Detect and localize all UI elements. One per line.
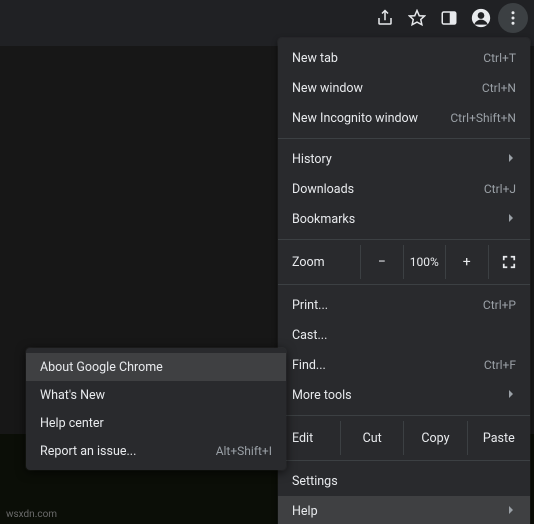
menu-edit: Edit Cut Copy Paste <box>278 421 530 455</box>
zoom-label: Zoom <box>292 255 360 270</box>
edit-label: Edit <box>292 431 340 446</box>
menu-item-shortcut: Ctrl+J <box>484 182 516 196</box>
menu-find[interactable]: Find... Ctrl+F <box>278 350 530 380</box>
menu-print[interactable]: Print... Ctrl+P <box>278 290 530 320</box>
url-watermark: wsxdn.com <box>6 509 57 520</box>
zoom-in-button[interactable]: + <box>446 245 489 279</box>
fullscreen-button[interactable] <box>489 245 531 279</box>
menu-downloads[interactable]: Downloads Ctrl+J <box>278 174 530 204</box>
menu-item-label: Settings <box>292 474 338 489</box>
menu-item-label: Print... <box>292 298 328 313</box>
copy-button[interactable]: Copy <box>404 421 467 455</box>
menu-new-window[interactable]: New window Ctrl+N <box>278 73 530 103</box>
chevron-right-icon <box>506 388 516 403</box>
menu-item-shortcut: Ctrl+T <box>483 51 516 65</box>
menu-item-label: Find... <box>292 358 326 373</box>
menu-settings[interactable]: Settings <box>278 466 530 496</box>
submenu-about[interactable]: About Google Chrome <box>26 353 286 381</box>
menu-item-label: New tab <box>292 51 338 66</box>
menu-separator <box>278 415 530 416</box>
menu-bookmarks[interactable]: Bookmarks <box>278 204 530 234</box>
menu-item-label: More tools <box>292 388 352 403</box>
main-menu: New tab Ctrl+T New window Ctrl+N New Inc… <box>278 38 530 524</box>
menu-separator <box>278 460 530 461</box>
chevron-right-icon <box>506 212 516 227</box>
menu-separator <box>278 284 530 285</box>
submenu-report-issue[interactable]: Report an issue... Alt+Shift+I <box>26 437 286 465</box>
edit-controls: Cut Copy Paste <box>340 421 530 455</box>
menu-history[interactable]: History <box>278 144 530 174</box>
submenu-item-shortcut: Alt+Shift+I <box>216 444 272 458</box>
menu-new-tab[interactable]: New tab Ctrl+T <box>278 43 530 73</box>
cut-button[interactable]: Cut <box>341 421 404 455</box>
submenu-item-label: What's New <box>40 388 105 403</box>
menu-help[interactable]: Help <box>278 496 530 524</box>
browser-toolbar <box>0 0 534 36</box>
chevron-right-icon <box>506 152 516 167</box>
paste-button[interactable]: Paste <box>468 421 530 455</box>
menu-cast[interactable]: Cast... <box>278 320 530 350</box>
menu-item-shortcut: Ctrl+N <box>482 81 516 95</box>
menu-item-label: Downloads <box>292 182 354 197</box>
menu-item-shortcut: Ctrl+Shift+N <box>450 111 516 125</box>
menu-item-label: Cast... <box>292 328 327 343</box>
side-panel-icon[interactable] <box>434 3 464 33</box>
submenu-item-label: Report an issue... <box>40 444 136 459</box>
menu-zoom: Zoom − 100% + <box>278 245 530 279</box>
menu-item-label: History <box>292 152 332 167</box>
menu-separator <box>278 138 530 139</box>
zoom-value: 100% <box>404 245 447 279</box>
submenu-whats-new[interactable]: What's New <box>26 381 286 409</box>
submenu-item-label: Help center <box>40 416 104 431</box>
zoom-out-button[interactable]: − <box>361 245 404 279</box>
menu-item-label: Bookmarks <box>292 212 355 227</box>
zoom-controls: − 100% + <box>360 245 530 279</box>
menu-item-label: New window <box>292 81 363 96</box>
submenu-item-label: About Google Chrome <box>40 360 163 375</box>
menu-separator <box>278 239 530 240</box>
star-icon[interactable] <box>402 3 432 33</box>
menu-item-label: New Incognito window <box>292 111 418 126</box>
profile-icon[interactable] <box>466 3 496 33</box>
menu-item-label: Help <box>292 504 318 519</box>
menu-incognito[interactable]: New Incognito window Ctrl+Shift+N <box>278 103 530 133</box>
menu-item-shortcut: Ctrl+P <box>483 298 516 312</box>
kebab-menu-icon[interactable] <box>498 3 528 33</box>
submenu-help-center[interactable]: Help center <box>26 409 286 437</box>
help-submenu: About Google Chrome What's New Help cent… <box>26 348 286 470</box>
menu-more-tools[interactable]: More tools <box>278 380 530 410</box>
menu-item-shortcut: Ctrl+F <box>484 358 516 372</box>
chevron-right-icon <box>506 504 516 519</box>
share-icon[interactable] <box>370 3 400 33</box>
